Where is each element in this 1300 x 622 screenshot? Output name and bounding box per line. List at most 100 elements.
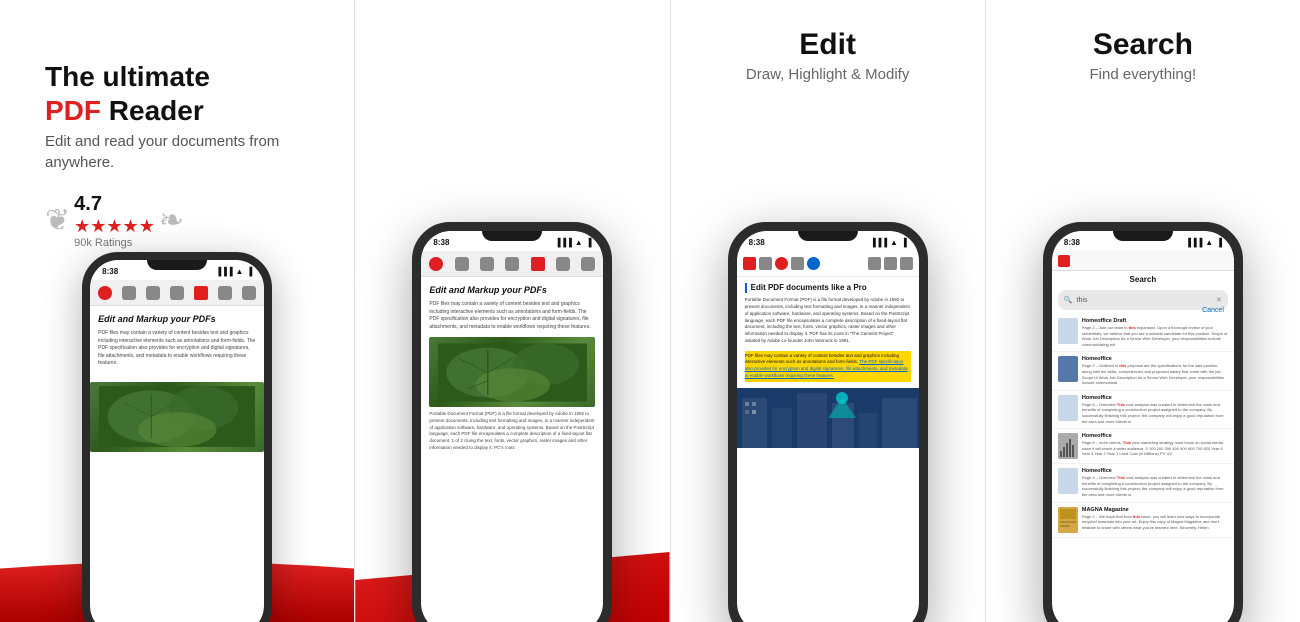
toolbar-icon-gray5 (242, 286, 256, 300)
p3-icon-red (775, 257, 788, 270)
p3-toolbar (737, 251, 919, 277)
magazine-thumb (1058, 507, 1078, 533)
leaf-svg (99, 385, 256, 448)
phone-notch-4 (1113, 231, 1173, 241)
result-item-0: Homeoffice Draft Page 2 – Join our team … (1052, 314, 1234, 352)
p3-bottom-image (737, 388, 919, 448)
headline-line1: The ultimate (45, 61, 210, 92)
chart-thumb (1058, 433, 1078, 459)
phone-large-2: 8:38 ▐▐▐ ▲ ▐ Edit and Markup your PDFs P… (412, 222, 612, 622)
status-time-4: 8:38 (1064, 238, 1080, 247)
p4-search-title: Search (1052, 271, 1234, 286)
result-text-0: Homeoffice Draft Page 2 – Join our team … (1082, 318, 1228, 347)
status-time-1: 8:38 (102, 267, 118, 276)
result-title-4: Homeoffice (1082, 468, 1228, 474)
p2-toolbar-g4 (556, 257, 570, 271)
result-thumb-3 (1058, 433, 1078, 459)
result-text-4: Homeoffice Page 9 – Overview This cost a… (1082, 468, 1228, 497)
status-time-2: 8:38 (433, 238, 449, 247)
p1-image (90, 382, 264, 452)
panel-2: 8:38 ▐▐▐ ▲ ▐ Edit and Markup your PDFs P… (354, 0, 669, 622)
cancel-button[interactable]: Cancel (1202, 307, 1224, 314)
result-desc-0: Page 2 – Join our team in this expansion… (1082, 325, 1228, 347)
p1-heading: Edit and Markup your PDFs (98, 314, 256, 324)
headline: The ultimate PDF Reader (45, 60, 309, 127)
panel-4: Search Find everything! 8:38 ▐▐▐ ▲ ▐ Sea… (985, 0, 1300, 622)
p2-toolbar-g1 (455, 257, 469, 271)
result-title-1: Homeoffice (1082, 356, 1228, 362)
wifi-icon-2: ▲ (575, 238, 583, 247)
p2-extra-text: Portable Document Format (PDF) is a file… (429, 411, 595, 452)
panel-1: The ultimate PDF Reader Edit and read yo… (0, 0, 354, 622)
toolbar-icon-pen (194, 286, 208, 300)
p4-toolbar (1052, 251, 1234, 271)
p2-heading: Edit and Markup your PDFs (429, 285, 595, 295)
p3-content: Edit PDF documents like a Pro Portable D… (737, 277, 919, 388)
phone-screen-2: 8:38 ▐▐▐ ▲ ▐ Edit and Markup your PDFs P… (421, 231, 603, 622)
panel-1-content: The ultimate PDF Reader Edit and read yo… (20, 30, 334, 269)
ratings-count: 90k Ratings (74, 237, 155, 249)
battery-icon-1: ▐ (246, 267, 252, 276)
status-right-1: ▐▐▐ ▲ ▐ (216, 267, 253, 276)
result-item-2: Homeoffice Page 6 – Overview This cost a… (1052, 391, 1234, 429)
phone-screen-4: 8:38 ▐▐▐ ▲ ▐ Search 🔍 this ✕ Cancel (1052, 231, 1234, 622)
phone-notch-2 (482, 231, 542, 241)
phone-mockup-1: 8:38 ▐▐▐ ▲ ▐ Edit and Markup your PDFs P… (82, 252, 272, 622)
subtitle: Edit and read your documents from anywhe… (45, 131, 309, 173)
rating-info: 4.7 ★★★★★ 90k Ratings (74, 193, 155, 249)
result-title-5: MAGNA Magazine (1082, 507, 1228, 513)
result-title-2: Homeoffice (1082, 395, 1228, 401)
battery-icon-3: ▐ (901, 238, 907, 247)
phone-notch-1 (147, 260, 207, 270)
result-item-3: Homeoffice Page 8 – more clients. This n… (1052, 429, 1234, 464)
p2-leaf-svg (438, 341, 587, 404)
headline-reader: Reader (101, 95, 204, 126)
panel-4-title: Search (1001, 28, 1285, 62)
toolbar-icon-gray1 (122, 286, 136, 300)
p3-redo (884, 257, 897, 270)
p1-body-text: PDF files may contain a variety of conte… (98, 330, 256, 368)
result-desc-1: Page 2 – Outlined in this proposal are t… (1082, 363, 1228, 385)
laurel-wrap: ❦ 4.7 ★★★★★ 90k Ratings ❧ (45, 193, 184, 249)
p3-heading: Edit PDF documents like a Pro (745, 283, 911, 293)
signal-icon-1: ▐▐▐ (216, 267, 233, 276)
p3-highlight: PDF files may contain a variety of conte… (745, 351, 911, 382)
clear-icon: ✕ (1216, 296, 1222, 304)
laurel-right-icon: ❧ (159, 206, 184, 236)
result-text-3: Homeoffice Page 8 – more clients. This n… (1082, 433, 1228, 457)
signal-icon-2: ▐▐▐ (555, 238, 572, 247)
rating-number: 4.7 (74, 193, 155, 216)
p2-image (429, 337, 595, 407)
stars: ★★★★★ (74, 216, 155, 237)
toolbar-icon-gray4 (218, 286, 232, 300)
p3-icon-g1 (759, 257, 772, 270)
status-right-2: ▐▐▐ ▲ ▐ (555, 238, 592, 247)
p3-icon-t (743, 257, 756, 270)
battery-icon-2: ▐ (586, 238, 592, 247)
wifi-icon-4: ▲ (1205, 238, 1213, 247)
p2-toolbar-red (429, 257, 443, 271)
result-thumb-0 (1058, 318, 1078, 344)
p3-close (900, 257, 913, 270)
result-thumb-5 (1058, 507, 1078, 533)
result-text-1: Homeoffice Page 2 – Outlined in this pro… (1082, 356, 1228, 385)
p3-undo (868, 257, 881, 270)
search-icon: 🔍 (1064, 296, 1073, 304)
p3-icon-g2 (791, 257, 804, 270)
wifi-icon-1: ▲ (236, 267, 244, 276)
status-time-3: 8:38 (749, 238, 765, 247)
result-desc-5: Page 2 – We hope that from this issue, y… (1082, 514, 1228, 531)
p4-search-input[interactable]: this (1077, 297, 1212, 304)
panel-3-header: Edit Draw, Highlight & Modify (671, 0, 985, 93)
phone-large-4: 8:38 ▐▐▐ ▲ ▐ Search 🔍 this ✕ Cancel (1043, 222, 1243, 622)
signal-icon-4: ▐▐▐ (1185, 238, 1202, 247)
panel-3: Edit Draw, Highlight & Modify 8:38 ▐▐▐ ▲… (670, 0, 985, 622)
p3-toolbar-right (868, 257, 913, 270)
result-text-5: MAGNA Magazine Page 2 – We hope that fro… (1082, 507, 1228, 531)
result-thumb-4 (1058, 468, 1078, 494)
p4-icon-red (1058, 255, 1070, 267)
p2-body: Edit and Markup your PDFs PDF files may … (421, 277, 603, 460)
p2-toolbar-g3 (505, 257, 519, 271)
signal-icon-3: ▐▐▐ (870, 238, 887, 247)
result-text-2: Homeoffice Page 6 – Overview This cost a… (1082, 395, 1228, 424)
